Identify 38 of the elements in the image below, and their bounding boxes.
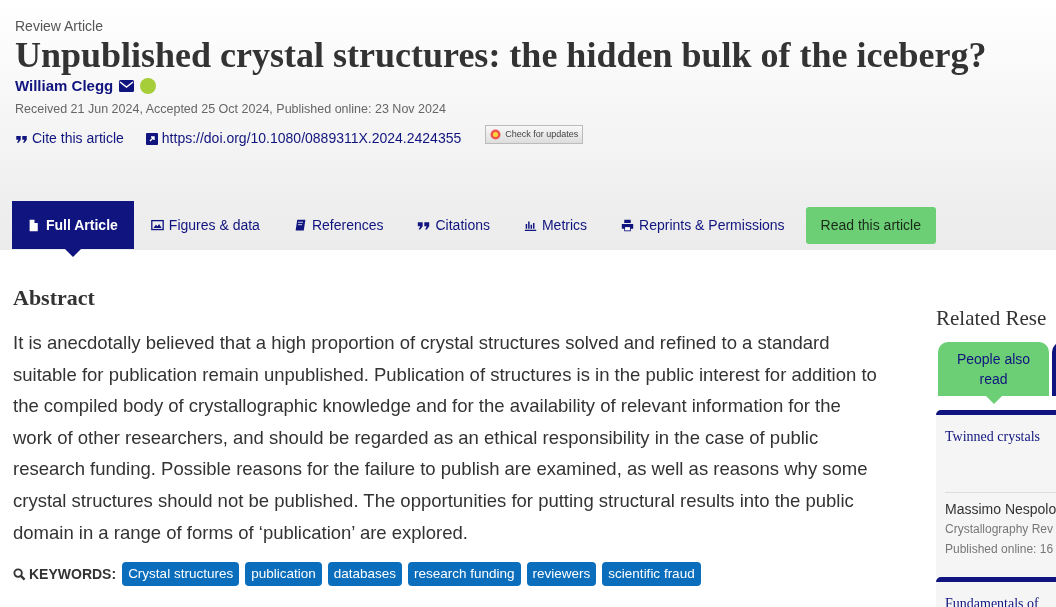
related-author: Massimo Nespolo — [945, 500, 1056, 519]
printer-icon — [621, 218, 635, 232]
keyword-tag[interactable]: reviewers — [526, 562, 597, 587]
article-type: Review Article — [15, 17, 103, 35]
related-date: Published online: 16 — [945, 541, 1055, 558]
keyword-tag[interactable]: publication — [245, 562, 322, 587]
abstract-text: It is anecdotally believed that a high proportion of crystal structures solved and refined to a standard suitable for publication remain unpublished. Publication of structures is in the public interest for addition to the compiled body of crystallographic knowledge and for the availability of relevant information for the work of other researchers, and should be regarded as an ethical responsibility in the case of public research funding. Possible reasons for the failure to publish are examined, as well as reasons why some crystal structures should not be published. The opportunities for putting structural results into the public domain in a range of forms of ‘publication’ are explored. — [13, 331, 878, 545]
tab[interactable]: Figures & data — [133, 201, 277, 249]
keyword-tag[interactable]: Crystal structures — [122, 562, 240, 587]
related-tab[interactable]: People also read — [938, 342, 1049, 396]
bar-chart-icon — [523, 218, 537, 232]
abstract-heading: Abstract — [13, 284, 95, 312]
document-icon — [28, 218, 41, 232]
tab[interactable]: Reprints & Permissions — [604, 201, 802, 249]
publication-dates: Received 21 Jun 2024, Accepted 25 Oct 2024, Published online: 23 Nov 2024 — [15, 101, 446, 117]
related-heading: Related Rese — [936, 305, 1047, 332]
related-title-link[interactable]: Twinned crystals — [945, 428, 1056, 446]
doi-link[interactable]: https://doi.org/10.1080/0889311X.2024.2424355 — [145, 128, 462, 149]
read-article-button[interactable]: Read this article — [805, 206, 936, 244]
book-icon — [293, 218, 307, 232]
related-journal: Crystallography Rev — [945, 521, 1055, 538]
tab[interactable]: Full Article — [12, 201, 134, 249]
tab[interactable]: Citations — [400, 201, 507, 249]
keyword-tag[interactable]: scientific fraud — [602, 562, 701, 587]
image-icon — [150, 218, 164, 232]
tab[interactable]: References — [276, 201, 401, 249]
article-title: Unpublished crystal structures: the hidden bulk of the iceberg? — [15, 35, 987, 75]
check-updates-button[interactable]: Check for updates — [485, 125, 584, 144]
badge-icon — [490, 129, 502, 140]
tab[interactable]: Metrics — [506, 201, 605, 249]
author-link[interactable]: William Clegg — [15, 76, 114, 96]
external-link-icon — [145, 132, 158, 145]
email-icon[interactable] — [119, 80, 135, 92]
search-icon — [13, 567, 26, 581]
keyword-tag[interactable]: databases — [327, 562, 402, 587]
keywords-label: KEYWORDS: — [13, 563, 117, 585]
cite-link[interactable]: Cite this article — [15, 128, 124, 149]
keyword-tag[interactable]: research funding — [408, 562, 521, 587]
